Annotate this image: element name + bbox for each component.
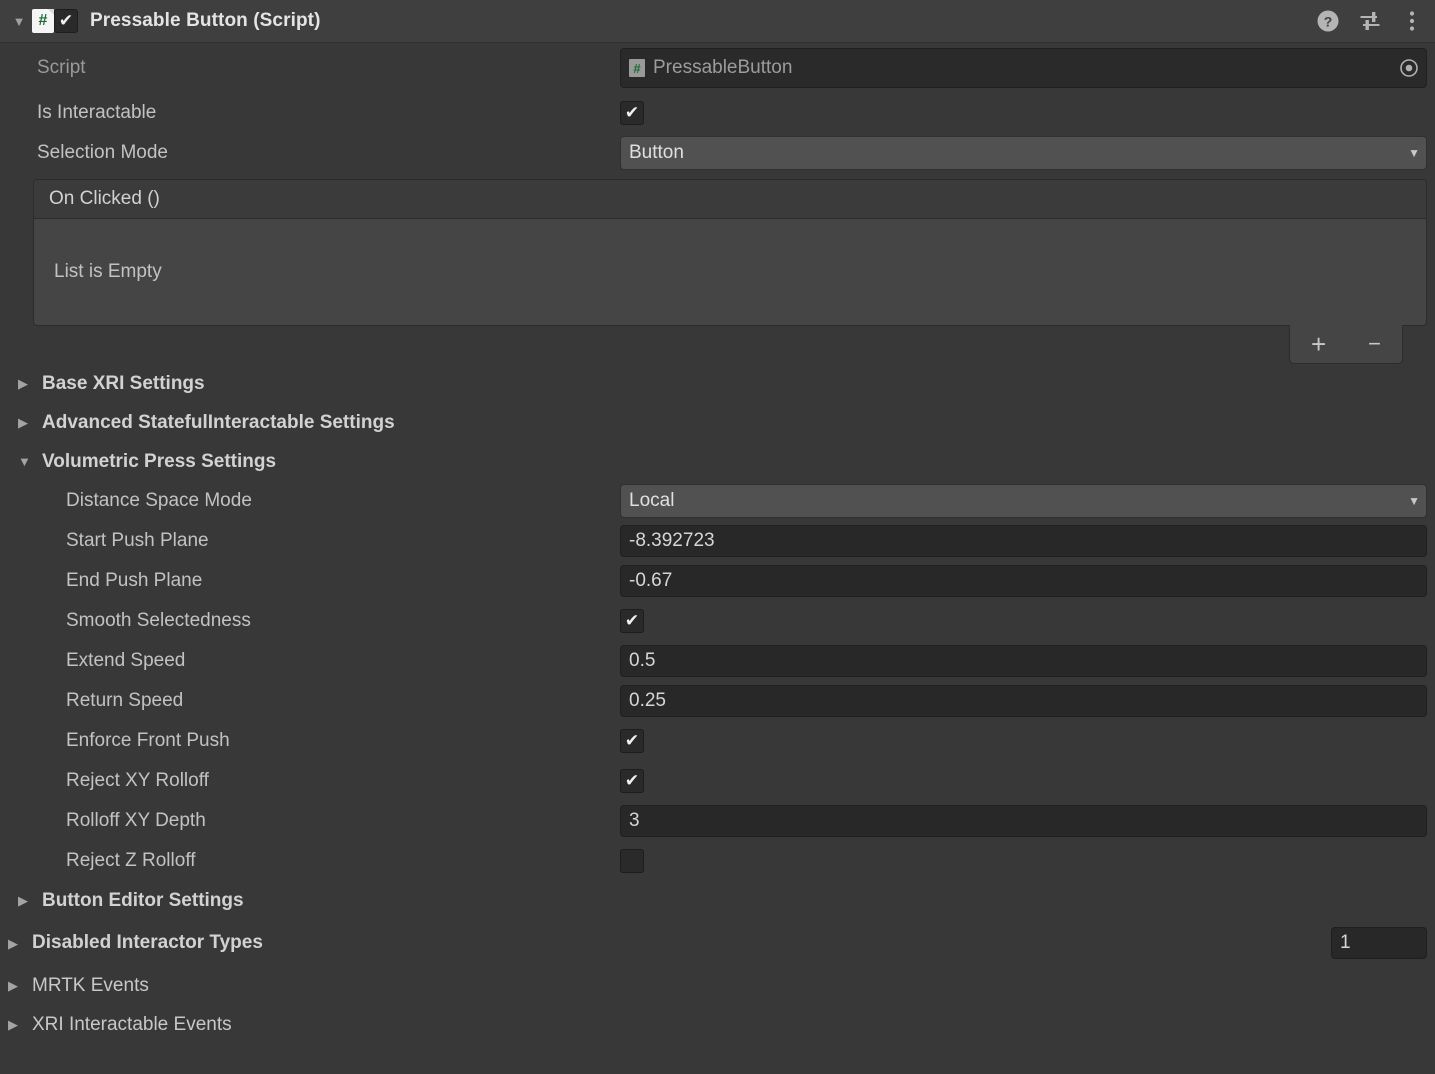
object-picker-icon[interactable] [1398,57,1420,79]
component-header[interactable]: # Pressable Button (Script) ? [0,0,1435,43]
return-speed-value: 0.25 [629,690,666,711]
chevron-down-icon: ▼ [1408,494,1420,508]
enforce-front-push-label: Enforce Front Push [66,730,230,751]
enforce-front-push-checkbox[interactable] [620,729,644,753]
add-listener-button[interactable]: + [1311,331,1326,357]
row-script: Script # PressableButton [0,43,1435,93]
end-push-plane-value: -0.67 [629,570,673,591]
on-clicked-header: On Clicked () [34,180,1426,219]
button-editor-label: Button Editor Settings [42,889,244,911]
row-end-push-plane: End Push Plane -0.67 [0,561,1435,601]
remove-listener-button[interactable]: − [1368,333,1381,355]
row-selection-mode: Selection Mode Button ▼ [0,133,1435,173]
selection-mode-value: Button [629,142,684,163]
row-reject-xy-rolloff: Reject XY Rolloff [0,761,1435,801]
section-volumetric-press-settings[interactable]: Volumetric Press Settings [0,442,1435,481]
help-icon[interactable]: ? [1315,8,1341,34]
kebab-menu-icon[interactable] [1399,8,1425,34]
script-field[interactable]: # PressableButton [620,48,1427,88]
return-speed-input[interactable]: 0.25 [620,685,1427,717]
start-push-plane-label: Start Push Plane [66,530,209,551]
xri-interactable-events-label: XRI Interactable Events [32,1013,232,1035]
reject-z-rolloff-checkbox[interactable] [620,849,644,873]
csharp-mini-icon: # [629,59,645,77]
mrtk-events-foldout-arrow-icon [8,979,32,992]
section-disabled-interactor-types[interactable]: Disabled Interactor Types 1 [0,920,1435,966]
row-smooth-selectedness: Smooth Selectedness [0,601,1435,641]
row-enforce-front-push: Enforce Front Push [0,721,1435,761]
row-rolloff-xy-depth: Rolloff XY Depth 3 [0,801,1435,841]
row-is-interactable: Is Interactable [0,93,1435,133]
distance-space-mode-label: Distance Space Mode [66,490,252,511]
row-start-push-plane: Start Push Plane -8.392723 [0,521,1435,561]
row-extend-speed: Extend Speed 0.5 [0,641,1435,681]
base-xri-foldout-arrow-icon [18,377,42,390]
section-button-editor-settings[interactable]: Button Editor Settings [0,881,1435,920]
component-enabled-checkbox[interactable] [54,9,78,33]
svg-text:?: ? [1324,14,1333,30]
extend-speed-value: 0.5 [629,650,656,671]
end-push-plane-input[interactable]: -0.67 [620,565,1427,597]
start-push-plane-input[interactable]: -8.392723 [620,525,1427,557]
mrtk-events-label: MRTK Events [32,974,149,996]
extend-speed-input[interactable]: 0.5 [620,645,1427,677]
return-speed-label: Return Speed [66,690,184,711]
script-label: Script [37,57,86,78]
on-clicked-list: On Clicked () List is Empty [33,179,1427,326]
section-mrtk-events[interactable]: MRTK Events [0,966,1435,1005]
section-advanced-stateful-settings[interactable]: Advanced StatefulInteractable Settings [0,403,1435,442]
start-push-plane-value: -8.392723 [629,530,715,551]
volumetric-label: Volumetric Press Settings [42,450,277,472]
header-tools: ? [1315,8,1425,34]
rolloff-xy-depth-input[interactable]: 3 [620,805,1427,837]
selection-mode-label: Selection Mode [37,142,168,163]
reject-xy-rolloff-label: Reject XY Rolloff [66,770,209,791]
reject-z-rolloff-label: Reject Z Rolloff [66,850,196,871]
extend-speed-label: Extend Speed [66,650,186,671]
on-clicked-body: List is Empty [34,219,1426,325]
component-foldout-arrow-icon[interactable] [8,15,30,28]
button-editor-foldout-arrow-icon [18,894,42,907]
smooth-selectedness-checkbox[interactable] [620,609,644,633]
script-value: PressableButton [653,57,793,78]
list-empty-text: List is Empty [54,261,162,282]
reject-xy-rolloff-checkbox[interactable] [620,769,644,793]
on-clicked-section: On Clicked () List is Empty + − [0,173,1435,364]
inspector-panel: # Pressable Button (Script) ? [0,0,1435,1074]
is-interactable-label: Is Interactable [37,102,157,123]
disabled-interactor-types-label: Disabled Interactor Types [32,932,263,953]
rolloff-xy-depth-value: 3 [629,810,640,831]
rolloff-xy-depth-label: Rolloff XY Depth [66,810,206,831]
on-clicked-footer: + − [33,325,1427,364]
preset-icon[interactable] [1357,8,1383,34]
volumetric-foldout-arrow-icon [18,455,42,468]
row-distance-space-mode: Distance Space Mode Local ▼ [0,481,1435,521]
list-add-remove-group: + − [1289,325,1403,364]
section-base-xri-settings[interactable]: Base XRI Settings [0,364,1435,403]
advanced-stateful-foldout-arrow-icon [18,416,42,429]
chevron-down-icon: ▼ [1408,146,1420,160]
disabled-interactor-types-size-value: 1 [1340,932,1351,953]
selection-mode-dropdown[interactable]: Button ▼ [620,136,1427,170]
disabled-interactor-types-size-input[interactable]: 1 [1331,927,1427,959]
is-interactable-checkbox[interactable] [620,101,644,125]
csharp-script-icon: # [32,9,54,33]
section-xri-interactable-events[interactable]: XRI Interactable Events [0,1005,1435,1044]
advanced-stateful-label: Advanced StatefulInteractable Settings [42,411,395,433]
disabled-interactor-types-foldout-arrow-icon [8,937,32,950]
base-xri-label: Base XRI Settings [42,372,205,394]
smooth-selectedness-label: Smooth Selectedness [66,610,251,631]
distance-space-mode-value: Local [629,490,675,511]
distance-space-mode-dropdown[interactable]: Local ▼ [620,484,1427,518]
xri-interactable-events-foldout-arrow-icon [8,1018,32,1031]
end-push-plane-label: End Push Plane [66,570,203,591]
row-reject-z-rolloff: Reject Z Rolloff [0,841,1435,881]
component-title: Pressable Button (Script) [90,10,321,31]
row-return-speed: Return Speed 0.25 [0,681,1435,721]
